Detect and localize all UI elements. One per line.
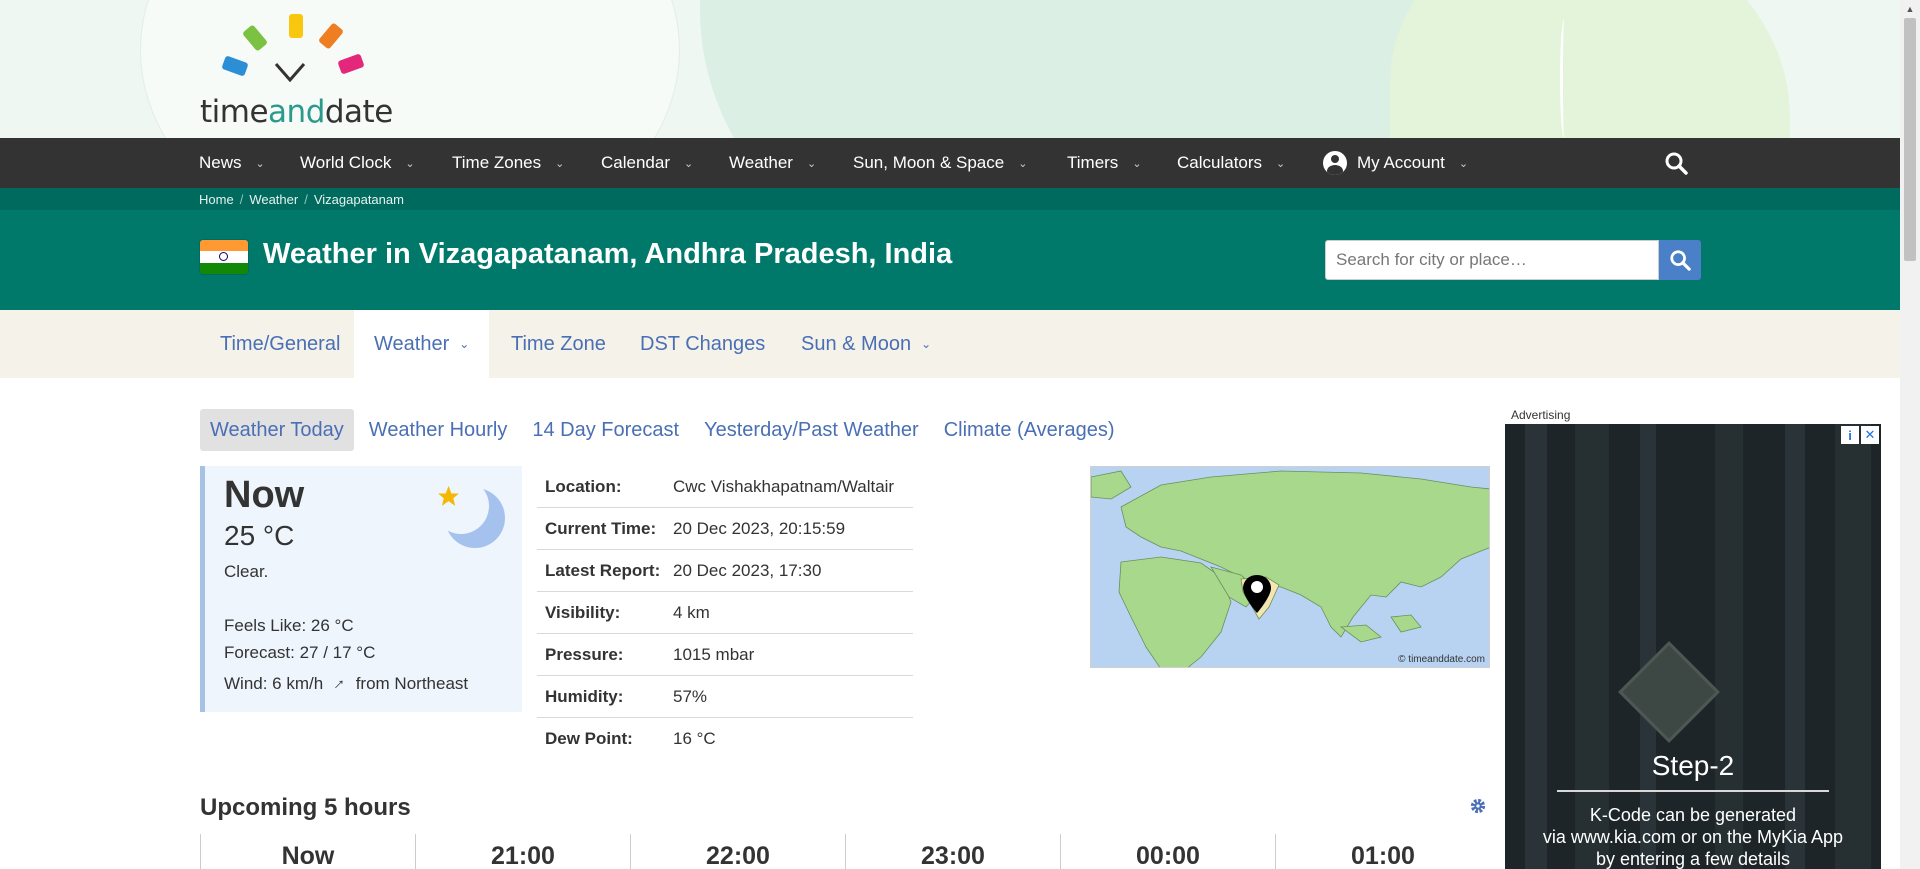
tab-dst-changes[interactable]: DST Changes xyxy=(620,310,785,378)
site-logo[interactable]: timeanddate xyxy=(200,10,400,130)
hour-cell: 23:00 xyxy=(845,834,1060,869)
chevron-down-icon: ⌄ xyxy=(1132,157,1142,170)
chevron-down-icon: ⌄ xyxy=(459,337,470,351)
current-conditions-card: Now 25 °C Clear. Feels Like: 26 °C Forec… xyxy=(200,466,522,712)
breadcrumb-current: Vizagapatanam xyxy=(313,191,404,207)
gear-icon[interactable] xyxy=(1469,797,1487,815)
site-header: timeanddate xyxy=(0,0,1900,138)
tab-time-general[interactable]: Time/General xyxy=(200,310,360,378)
tab-weather[interactable]: Weather ⌄ xyxy=(354,310,490,378)
city-search-input[interactable]: Search for city or place… xyxy=(1325,240,1659,280)
sub-nav: Time/General Weather ⌄ Time Zone DST Chan… xyxy=(0,310,1900,378)
chevron-down-icon: ⌄ xyxy=(921,337,932,351)
wind-info: Wind: 6 km/h ↑ from Northeast xyxy=(224,673,469,694)
feels-like: Feels Like: 26 °C xyxy=(224,616,354,635)
ad-emblem-icon xyxy=(1618,641,1720,743)
nav-timers[interactable]: Timers ⌄ xyxy=(1067,138,1142,188)
weather-subnav: Weather Today Weather Hourly 14 Day Fore… xyxy=(200,409,1130,451)
chevron-down-icon: ⌄ xyxy=(255,157,265,170)
world-map xyxy=(1091,467,1489,667)
page-title: Weather in Vizagapatanam, Andhra Pradesh… xyxy=(263,238,953,270)
link-weather-hourly[interactable]: Weather Hourly xyxy=(359,409,518,451)
breadcrumb-home[interactable]: Home xyxy=(199,192,234,207)
page-scrollbar[interactable]: ▲ xyxy=(1900,0,1920,869)
hour-cell: 22:00 xyxy=(630,834,845,869)
forecast-range: Forecast: 27 / 17 °C xyxy=(224,643,376,662)
search-icon xyxy=(1670,250,1691,271)
advertising-label: Advertising xyxy=(1511,408,1571,422)
chevron-down-icon: ⌄ xyxy=(684,157,694,170)
ad-body: K-Code can be generated via www.kia.com … xyxy=(1542,805,1844,869)
chevron-down-icon: ⌄ xyxy=(1018,157,1028,170)
chevron-down-icon: ⌄ xyxy=(555,157,565,170)
scroll-up-arrow-icon[interactable]: ▲ xyxy=(1900,0,1920,17)
logo-clock-hands-icon xyxy=(274,63,306,82)
now-heading: Now xyxy=(224,474,305,516)
india-flag-icon xyxy=(200,240,248,274)
ad-close-icon[interactable]: ✕ xyxy=(1861,426,1879,444)
chevron-down-icon: ⌄ xyxy=(405,157,415,170)
search-icon[interactable] xyxy=(1664,151,1688,175)
table-row: Location: Cwc Vishakhapatnam/Waltair xyxy=(537,466,913,508)
hourly-forecast-row: Now 21:00 22:00 23:00 00:00 01:00 xyxy=(200,834,1490,869)
tab-time-zone[interactable]: Time Zone xyxy=(491,310,626,378)
ad-heading: Step-2 xyxy=(1651,750,1735,781)
table-row: Visibility: 4 km xyxy=(537,592,913,634)
nav-news[interactable]: News ⌄ xyxy=(199,138,265,188)
nav-calendar[interactable]: Calendar ⌄ xyxy=(601,138,693,188)
hour-cell: 00:00 xyxy=(1060,834,1275,869)
table-row: Current Time: 20 Dec 2023, 20:15:59 xyxy=(537,508,913,550)
city-search-button[interactable] xyxy=(1659,240,1701,280)
ad-info-icon[interactable]: i xyxy=(1841,426,1859,444)
logo-wordmark: timeanddate xyxy=(200,94,393,130)
breadcrumb: Home / Weather / Vizagapatanam xyxy=(199,191,404,207)
wind-direction-arrow-icon: ↑ xyxy=(330,673,350,694)
table-row: Humidity: 57% xyxy=(537,676,913,718)
breadcrumb-weather[interactable]: Weather xyxy=(249,192,298,207)
nav-world-clock[interactable]: World Clock ⌄ xyxy=(300,138,415,188)
account-icon xyxy=(1323,151,1347,175)
upcoming-hours-title: Upcoming 5 hours xyxy=(200,794,411,821)
location-map[interactable]: © timeanddate.com xyxy=(1090,466,1490,668)
ad-controls: i ✕ xyxy=(1841,426,1879,444)
nav-sun-moon-space[interactable]: Sun, Moon & Space ⌄ xyxy=(853,138,1027,188)
chevron-down-icon: ⌄ xyxy=(1458,157,1469,170)
nav-my-account[interactable]: My Account ⌄ xyxy=(1323,138,1468,188)
chevron-down-icon: ⌄ xyxy=(806,157,817,170)
map-credit: © timeanddate.com xyxy=(1398,654,1485,665)
table-row: Pressure: 1015 mbar xyxy=(537,634,913,676)
nav-time-zones[interactable]: Time Zones ⌄ xyxy=(452,138,564,188)
chevron-down-icon: ⌄ xyxy=(1276,157,1286,170)
current-condition: Clear. xyxy=(224,562,269,581)
tab-sun-moon[interactable]: Sun & Moon ⌄ xyxy=(781,310,951,378)
table-row: Dew Point: 16 °C xyxy=(545,729,716,748)
advertisement[interactable]: Step-2 K-Code can be generated via www.k… xyxy=(1505,424,1881,869)
link-climate[interactable]: Climate (Averages) xyxy=(934,409,1125,451)
link-past-weather[interactable]: Yesterday/Past Weather xyxy=(694,409,929,451)
link-weather-today[interactable]: Weather Today xyxy=(200,409,354,451)
nav-weather[interactable]: Weather ⌄ xyxy=(729,138,816,188)
main-nav: News ⌄ World Clock ⌄ Time Zones ⌄ Calendar ⌄… xyxy=(0,138,1900,188)
link-14-day-forecast[interactable]: 14 Day Forecast xyxy=(522,409,689,451)
current-temperature: 25 °C xyxy=(224,520,295,551)
clear-night-moon-icon xyxy=(437,482,505,548)
hour-cell: Now xyxy=(200,834,415,869)
table-row: Latest Report: 20 Dec 2023, 17:30 xyxy=(537,550,913,592)
nav-calculators[interactable]: Calculators ⌄ xyxy=(1177,138,1285,188)
title-band: Home / Weather / Vizagapatanam Weather i… xyxy=(0,188,1900,310)
weather-details-table: Location: Cwc Vishakhapatnam/Waltair Curr… xyxy=(537,466,913,760)
hour-cell: 01:00 xyxy=(1275,834,1490,869)
hour-cell: 21:00 xyxy=(415,834,630,869)
scrollbar-thumb[interactable] xyxy=(1904,18,1916,261)
